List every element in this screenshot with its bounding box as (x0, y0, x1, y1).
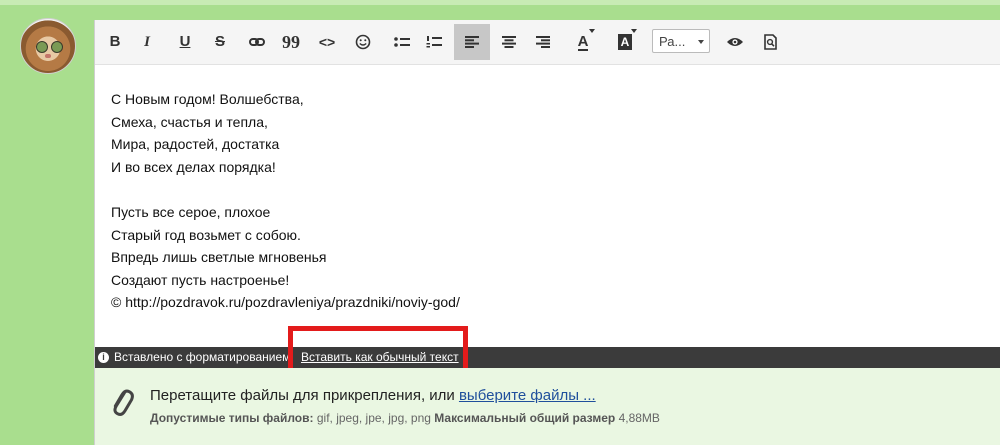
paperclip-icon (113, 389, 134, 416)
info-icon: i (98, 352, 109, 363)
background-color-caret-icon (631, 29, 637, 33)
max-size-value: 4,88MB (615, 411, 660, 425)
italic-button[interactable]: I (131, 24, 163, 60)
poem-line: С Новым годом! Волшебства, (111, 91, 304, 107)
align-center-button[interactable] (493, 24, 525, 60)
allowed-types-label: Допустимые типы файлов: (150, 411, 314, 425)
align-right-button[interactable] (527, 24, 559, 60)
poem-line: Смеха, счастья и тепла, (111, 113, 268, 130)
link-icon (249, 38, 265, 47)
font-size-value: Ра... (659, 34, 686, 49)
bulleted-list-button[interactable] (386, 24, 418, 60)
poem-line: Старый год возьмет с собою. (111, 226, 301, 243)
text-color-button[interactable]: A (565, 24, 601, 60)
text-color-glyph: A (577, 33, 589, 51)
paste-message: Вставлено с форматированием (114, 350, 291, 364)
print-preview-button[interactable] (755, 24, 787, 60)
link-button[interactable] (241, 24, 273, 60)
user-avatar[interactable] (20, 18, 76, 74)
editor-toolbar: B I U S 99 <> A A Ра... (95, 20, 1000, 65)
underline-button[interactable]: U (169, 24, 201, 60)
poem-line: Создают пусть настроенье! (111, 271, 290, 288)
align-center-icon (502, 36, 516, 49)
emoji-button[interactable] (347, 24, 379, 60)
poem-line: Пусть все серое, плохое (111, 204, 271, 220)
chevron-down-icon (698, 40, 704, 44)
drop-files-text: Перетащите файлы для прикрепления, или в… (150, 387, 596, 404)
align-right-icon (536, 36, 550, 49)
smiley-icon (355, 34, 371, 50)
eye-icon (727, 38, 743, 47)
avatar-eye-left (36, 41, 48, 53)
source-line: © http://pozdravok.ru/pozdravleniya/praz… (111, 294, 460, 310)
poem-line: Впредь лишь светлые мгновенья (111, 249, 327, 265)
strikethrough-button[interactable]: S (204, 24, 236, 60)
allowed-types-text: Допустимые типы файлов: gif, jpeg, jpe, … (150, 411, 660, 425)
numbered-list-button[interactable] (418, 24, 450, 60)
drop-files-label: Перетащите файлы для прикрепления, или (150, 387, 459, 404)
message-body[interactable]: С Новым годом! Волшебства, Смеха, счасть… (111, 88, 971, 314)
top-strip (0, 0, 1000, 5)
attachment-area[interactable]: Перетащите файлы для прикрепления, или в… (95, 368, 1000, 445)
page-search-icon (764, 34, 777, 50)
quote-button[interactable]: 99 (275, 24, 307, 60)
poem-line: И во всех делах порядка! (111, 158, 276, 175)
max-size-label: Максимальный общий размер (434, 411, 616, 425)
align-left-button[interactable] (454, 24, 490, 60)
allowed-types-value: gif, jpeg, jpe, jpg, png (313, 411, 435, 425)
bulleted-list-icon (394, 37, 410, 47)
bold-button[interactable]: B (99, 24, 131, 60)
numbered-list-icon (426, 36, 442, 48)
align-left-icon (465, 36, 479, 49)
stanza-gap (111, 178, 971, 201)
text-color-caret-icon (589, 29, 595, 33)
background-color-button[interactable]: A (607, 24, 643, 60)
message-editor: B I U S 99 <> A A Ра... С Новым годом! В… (94, 20, 1000, 445)
paste-as-plain-text-link[interactable]: Вставить как обычный текст (301, 347, 459, 368)
poem-line: Мира, радостей, достатка (111, 136, 280, 152)
background-color-glyph: A (617, 34, 633, 50)
paste-notification-bar: i Вставлено с форматированием Вставить к… (95, 347, 1000, 368)
choose-files-link[interactable]: выберите файлы ... (459, 387, 596, 404)
avatar-eye-right (51, 41, 63, 53)
font-size-select[interactable]: Ра... (652, 29, 710, 53)
avatar-nose (45, 54, 51, 58)
preview-button[interactable] (719, 24, 751, 60)
code-button[interactable]: <> (311, 24, 343, 60)
